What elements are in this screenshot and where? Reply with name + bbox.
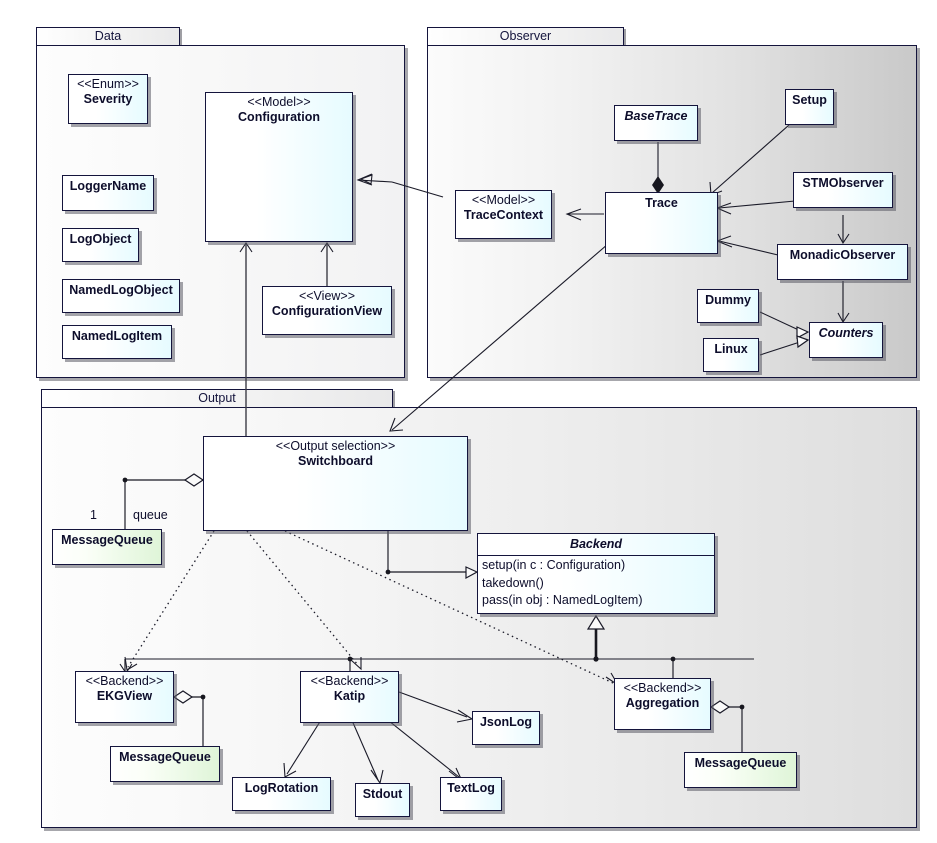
class-configurationview-stereotype: <<View>> [298, 289, 356, 303]
class-textlog[interactable]: TextLog [440, 777, 502, 811]
class-jsonlog[interactable]: JsonLog [472, 711, 540, 745]
class-katip-name: Katip [333, 689, 366, 703]
class-namedlogitem-name: NamedLogItem [71, 329, 163, 343]
class-tracecontext-stereotype: <<Model>> [471, 193, 536, 207]
class-backend[interactable]: Backend setup(in c : Configuration) take… [477, 533, 715, 614]
class-logrotation[interactable]: LogRotation [232, 777, 331, 811]
class-configurationview[interactable]: <<View>> ConfigurationView [262, 286, 392, 335]
package-observer-label: Observer [499, 29, 552, 43]
class-jsonlog-name: JsonLog [479, 715, 533, 729]
package-output-tab: Output [41, 389, 393, 408]
class-dummy-name: Dummy [705, 293, 751, 307]
class-configuration-name: Configuration [238, 110, 320, 124]
class-messagequeue-ekgview-name: MessageQueue [119, 750, 211, 764]
class-katip-stereotype: <<Backend>> [310, 674, 389, 688]
package-data-tab: Data [36, 27, 180, 46]
class-aggregation[interactable]: <<Backend>> Aggregation [614, 678, 711, 730]
class-ekgview[interactable]: <<Backend>> EKGView [75, 671, 174, 723]
class-messagequeue-switchboard-name: MessageQueue [61, 533, 153, 547]
class-linux[interactable]: Linux [703, 338, 759, 372]
class-monadicobserver[interactable]: MonadicObserver [777, 244, 908, 280]
class-trace[interactable]: Trace [605, 192, 718, 254]
class-severity-stereotype: <<Enum>> [77, 77, 139, 91]
uml-class-diagram: Data Observer Output <<Enum>> Severity L… [0, 0, 937, 843]
class-messagequeue-ekgview[interactable]: MessageQueue [110, 746, 220, 782]
class-backend-operation-pass: pass(in obj : NamedLogItem) [482, 593, 643, 607]
class-configurationview-name: ConfigurationView [271, 304, 383, 318]
class-switchboard-stereotype: <<Output selection>> [275, 439, 396, 453]
class-backend-operation-setup: setup(in c : Configuration) [482, 558, 626, 572]
class-logrotation-name: LogRotation [244, 781, 319, 795]
class-backend-operation-takedown: takedown() [482, 575, 544, 590]
class-setup[interactable]: Setup [785, 89, 834, 125]
package-data-label: Data [94, 29, 122, 43]
class-katip[interactable]: <<Backend>> Katip [300, 671, 399, 723]
class-messagequeue-aggregation-name: MessageQueue [694, 756, 787, 770]
class-stmobserver[interactable]: STMObserver [793, 172, 893, 208]
class-stmobserver-name: STMObserver [802, 176, 884, 190]
class-ekgview-name: EKGView [96, 689, 153, 703]
class-namedlogitem[interactable]: NamedLogItem [62, 325, 172, 359]
class-tracecontext[interactable]: <<Model>> TraceContext [455, 190, 552, 239]
class-severity[interactable]: <<Enum>> Severity [68, 74, 148, 124]
package-observer-tab: Observer [427, 27, 624, 46]
class-basetrace-name: BaseTrace [624, 109, 688, 123]
class-messagequeue-aggregation[interactable]: MessageQueue [684, 752, 797, 788]
class-backend-name: Backend [569, 537, 623, 551]
class-trace-name: Trace [645, 196, 678, 210]
class-configuration[interactable]: <<Model>> Configuration [205, 92, 353, 242]
class-loggername-name: LoggerName [69, 179, 147, 193]
class-aggregation-stereotype: <<Backend>> [623, 681, 702, 695]
class-configuration-stereotype: <<Model>> [247, 95, 311, 109]
class-stdout-name: Stdout [362, 787, 403, 801]
class-aggregation-name: Aggregation [625, 696, 700, 710]
class-linux-name: Linux [714, 342, 748, 356]
class-tracecontext-name: TraceContext [463, 208, 544, 222]
class-textlog-name: TextLog [447, 781, 495, 795]
edge-label-queue-multiplicity: 1 [90, 508, 97, 522]
class-counters[interactable]: Counters [809, 322, 883, 358]
class-dummy[interactable]: Dummy [697, 289, 759, 323]
class-ekgview-stereotype: <<Backend>> [85, 674, 164, 688]
package-output-label: Output [198, 391, 236, 405]
class-severity-name: Severity [83, 92, 133, 106]
class-stdout[interactable]: Stdout [355, 783, 410, 817]
class-loggername[interactable]: LoggerName [62, 175, 154, 211]
class-namedlogobject[interactable]: NamedLogObject [62, 279, 180, 313]
class-logobject-name: LogObject [69, 232, 132, 246]
class-namedlogobject-name: NamedLogObject [69, 283, 173, 297]
class-basetrace[interactable]: BaseTrace [614, 105, 698, 141]
class-monadicobserver-name: MonadicObserver [789, 248, 896, 262]
edge-label-queue-role: queue [133, 508, 168, 522]
class-logobject[interactable]: LogObject [62, 228, 139, 262]
class-setup-name: Setup [792, 93, 827, 107]
class-switchboard[interactable]: <<Output selection>> Switchboard [203, 436, 468, 531]
class-switchboard-name: Switchboard [297, 454, 373, 468]
class-counters-name: Counters [818, 326, 874, 340]
class-messagequeue-switchboard[interactable]: MessageQueue [52, 529, 162, 565]
